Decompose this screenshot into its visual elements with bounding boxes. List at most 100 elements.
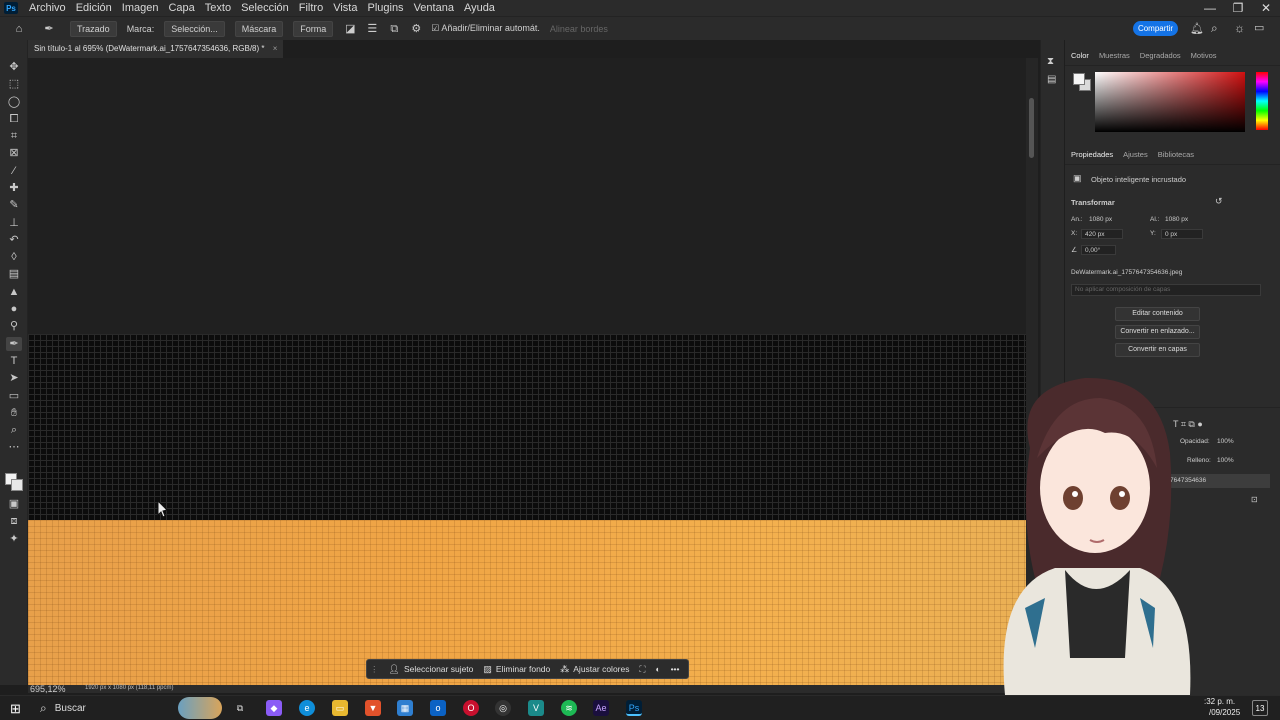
menu-capa[interactable]: Capa (163, 2, 199, 14)
mask-button[interactable]: Máscara (234, 20, 284, 37)
y-field[interactable]: 0 px (1161, 229, 1203, 239)
mask-toggle-icon[interactable]: ◐ (655, 664, 660, 674)
tab-properties[interactable]: Propiedades (1071, 150, 1113, 159)
lightbulb-icon[interactable]: ☼ (1234, 21, 1245, 35)
background-color-swatch[interactable] (11, 479, 23, 491)
comments-panel-icon[interactable]: ▤ (1047, 74, 1056, 85)
layer-comp-select[interactable]: No aplicar composición de capas (1071, 284, 1261, 296)
menu-ayuda[interactable]: Ayuda (459, 2, 500, 14)
clone-stamp-tool-icon[interactable]: ⊥ (6, 216, 22, 230)
hue-slider[interactable] (1256, 72, 1268, 130)
angle-field[interactable]: 0,00° (1081, 245, 1116, 255)
notification-center-badge[interactable]: 13 (1252, 700, 1268, 716)
crop-tool-icon[interactable]: ⌗ (6, 129, 22, 143)
store-icon[interactable]: ▦ (397, 700, 413, 716)
gradient-tool-icon[interactable]: ▤ (6, 267, 22, 281)
lasso-tool-icon[interactable]: ◯ (6, 95, 22, 109)
path-operations-icon[interactable]: ◪ (343, 22, 357, 36)
transform-icon[interactable]: ⛶ (639, 664, 645, 675)
path-alignment-icon[interactable]: ☰ (365, 22, 379, 36)
blur-tool-icon[interactable]: ▲ (6, 285, 22, 299)
shape-button[interactable]: Forma (293, 20, 334, 37)
bell-icon[interactable]: 🔔︎ (1190, 22, 1204, 35)
brush-tool-icon[interactable]: ✎ (6, 198, 22, 212)
eyedropper-tool-icon[interactable]: ⁄ (6, 164, 22, 178)
pen-tool-icon[interactable]: ✒ (6, 337, 22, 351)
scrollbar-thumb[interactable] (1029, 98, 1034, 158)
tab-gradients[interactable]: Degradados (1140, 51, 1181, 60)
menu-seleccion[interactable]: Selección (236, 2, 294, 14)
history-brush-tool-icon[interactable]: ↶ (6, 233, 22, 247)
type-tool-icon[interactable]: T (6, 354, 22, 368)
menu-imagen[interactable]: Imagen (117, 2, 164, 14)
reset-transform-icon[interactable]: ↺ (1215, 196, 1223, 207)
tab-color[interactable]: Color (1071, 51, 1089, 60)
frame-tool-icon[interactable]: ⊠ (6, 146, 22, 160)
menu-edicion[interactable]: Edición (71, 2, 117, 14)
photoshop-taskbar-icon[interactable]: Ps (626, 700, 642, 716)
share-button[interactable]: Compartir (1133, 21, 1178, 36)
history-panel-icon[interactable]: ⧗ (1047, 56, 1054, 67)
tab-patterns[interactable]: Motivos (1191, 51, 1217, 60)
windows-start-icon[interactable]: ⊞ (10, 701, 21, 717)
home-icon[interactable]: ⌂ (12, 22, 26, 36)
brave-icon[interactable]: ▼ (365, 700, 381, 716)
eraser-tool-icon[interactable]: ◊ (6, 250, 22, 264)
menu-texto[interactable]: Texto (200, 2, 236, 14)
quick-mask-icon[interactable]: ▣ (6, 497, 22, 511)
fill-value[interactable]: 100% (1217, 457, 1234, 464)
menu-vista[interactable]: Vista (328, 2, 362, 14)
gear-icon[interactable]: ⚙ (409, 22, 423, 36)
menu-plugins[interactable]: Plugins (362, 2, 408, 14)
menu-filtro[interactable]: Filtro (294, 2, 328, 14)
path-selection-tool-icon[interactable]: ➤ (6, 371, 22, 385)
minimize-button[interactable]: — (1196, 0, 1224, 16)
color-picker-field[interactable] (1095, 72, 1245, 132)
copilot-icon[interactable]: ◆ (266, 700, 282, 716)
document-tab[interactable]: Sin título-1 al 695% (DeWatermark.ai_175… (28, 40, 284, 58)
select-subject-button[interactable]: 👤︎ Seleccionar sujeto (389, 664, 474, 675)
vtuber-app-icon[interactable]: V (528, 700, 544, 716)
adjust-colors-button[interactable]: ⁂ Ajustar colores (560, 664, 629, 675)
close-window-button[interactable]: ✕ (1252, 0, 1280, 16)
canvas-area[interactable] (28, 58, 1026, 685)
opera-icon[interactable]: O (463, 700, 479, 716)
zoom-level[interactable]: 695,12% (30, 684, 66, 694)
height-value[interactable]: 1080 px (1165, 216, 1188, 223)
edge-icon[interactable]: e (299, 700, 315, 716)
tab-close-icon[interactable]: × (273, 44, 278, 53)
x-field[interactable]: 420 px (1081, 229, 1123, 239)
dodge-tool-icon[interactable]: ● (6, 302, 22, 316)
outlook-icon[interactable]: o (430, 700, 446, 716)
remove-background-button[interactable]: ▨ Eliminar fondo (483, 664, 550, 675)
generative-icon[interactable]: ✦ (6, 532, 22, 546)
mode-select[interactable]: Trazado (70, 20, 117, 37)
hand-tool-icon[interactable]: ✋︎ (6, 406, 22, 420)
width-value[interactable]: 1080 px (1089, 216, 1112, 223)
healing-brush-tool-icon[interactable]: ✚ (6, 181, 22, 195)
obs-icon[interactable]: ◎ (495, 700, 511, 716)
selection-button[interactable]: Selección... (164, 20, 225, 37)
move-tool-icon[interactable]: ✥ (6, 60, 22, 74)
drag-handle-icon[interactable]: ⋮ (370, 664, 379, 675)
clock-time[interactable]: :32 p. m. (1204, 697, 1235, 706)
convert-layers-button[interactable]: Convertir en capas (1115, 343, 1200, 357)
rectangle-tool-icon[interactable]: ▭ (6, 389, 22, 403)
path-arrangement-icon[interactable]: ⧉ (387, 22, 401, 36)
more-options-icon[interactable]: ••• (671, 664, 680, 674)
screen-mode-icon[interactable]: ⧈ (6, 514, 22, 528)
after-effects-icon[interactable]: Ae (593, 700, 609, 716)
foreground-swatch[interactable] (1073, 73, 1085, 85)
auto-add-delete-checkbox[interactable]: ☑ Añadir/Eliminar automát. (431, 23, 540, 34)
marquee-tool-icon[interactable]: ⬚ (6, 77, 22, 91)
edit-contents-button[interactable]: Editar contenido (1115, 307, 1200, 321)
menu-archivo[interactable]: Archivo (24, 2, 71, 14)
pen-tool-preset-icon[interactable]: ✒ (42, 22, 56, 36)
align-edges-label[interactable]: Alinear bordes (550, 24, 608, 34)
task-view-icon[interactable]: ⧉ (232, 700, 248, 716)
more-tools-icon[interactable]: ⋯ (6, 440, 22, 454)
object-selection-tool-icon[interactable]: ⧠ (6, 112, 22, 126)
dodge-burn-tool-icon[interactable]: ⚲ (6, 319, 22, 333)
menu-ventana[interactable]: Ventana (409, 2, 459, 14)
search-icon[interactable]: ⌕ (1211, 21, 1218, 36)
